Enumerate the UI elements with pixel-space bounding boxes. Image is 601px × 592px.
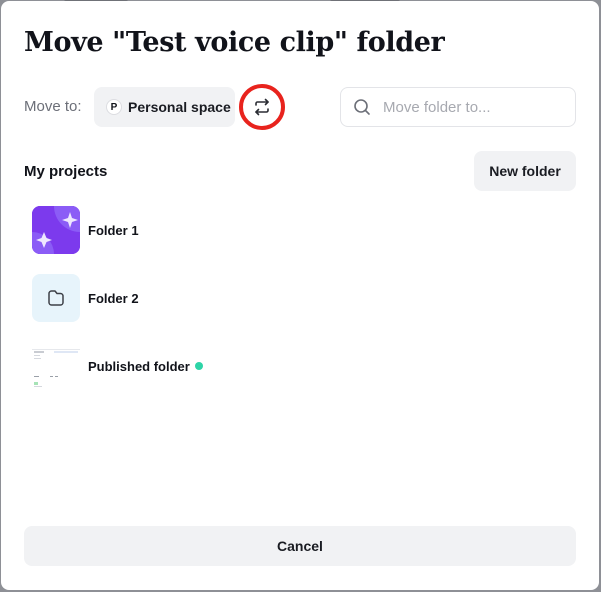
folder-icon	[48, 290, 64, 306]
new-folder-button[interactable]: New folder	[474, 151, 576, 191]
published-status-dot	[194, 362, 203, 370]
purple-sparkle-thumbnail	[32, 206, 80, 254]
search-field[interactable]	[340, 87, 576, 127]
space-avatar: P	[106, 99, 122, 115]
search-input[interactable]	[383, 98, 563, 116]
folder-name: Folder 2	[88, 290, 139, 306]
sparkle-icon	[32, 206, 80, 254]
cancel-button[interactable]: Cancel	[24, 526, 576, 566]
dialog-title: Move "Test voice clip" folder	[24, 27, 445, 58]
space-label: Personal space	[128, 99, 231, 115]
space-selector[interactable]: P Personal space	[94, 87, 235, 127]
screenshot-thumbnail	[32, 342, 80, 390]
folder-name: Published folder	[88, 358, 190, 374]
folder-name: Folder 1	[88, 222, 139, 238]
folder-thumbnail	[32, 274, 80, 322]
swap-arrows-icon	[255, 98, 269, 116]
page-preview-graphic	[32, 342, 80, 390]
move-folder-dialog: Move "Test voice clip" folder Move to: P…	[1, 1, 599, 590]
folder-item[interactable]: Published folder	[32, 342, 572, 390]
section-title: My projects	[24, 163, 108, 180]
folder-item[interactable]: Folder 1	[32, 206, 572, 254]
switch-space-button[interactable]	[239, 84, 285, 130]
search-icon	[354, 99, 370, 115]
move-to-label: Move to:	[24, 98, 82, 115]
folder-item[interactable]: Folder 2	[32, 274, 572, 322]
